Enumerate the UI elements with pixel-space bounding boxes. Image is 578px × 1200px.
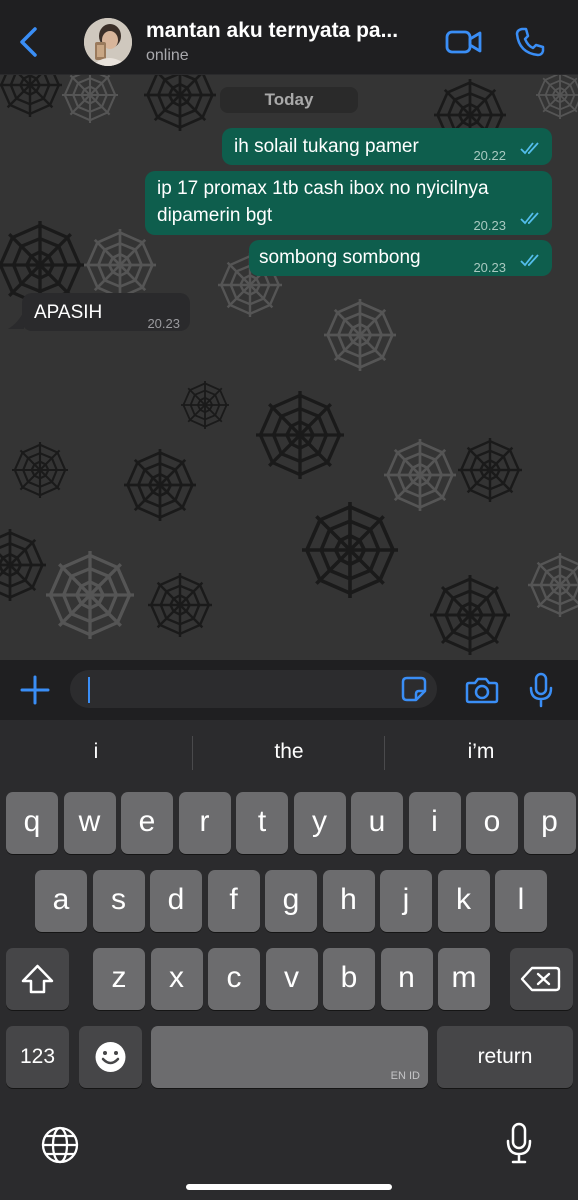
key-q[interactable]: q xyxy=(6,792,58,854)
back-chevron-icon[interactable] xyxy=(14,24,44,60)
home-indicator xyxy=(186,1184,392,1190)
message-time: 20.22 xyxy=(473,148,506,163)
message-text: ip 17 promax 1tb cash ibox no nyicilnya xyxy=(157,178,489,199)
contact-name[interactable]: mantan aku ternyata pa... xyxy=(146,19,398,43)
chat-header: mantan aku ternyata pa... online xyxy=(0,0,578,75)
globe-icon[interactable] xyxy=(40,1125,80,1165)
key-w[interactable]: w xyxy=(63,792,116,854)
key-e[interactable]: e xyxy=(121,792,173,854)
key-c[interactable]: c xyxy=(208,948,260,1010)
camera-icon[interactable] xyxy=(465,675,499,705)
key-b[interactable]: b xyxy=(323,948,375,1010)
video-call-icon[interactable] xyxy=(445,28,483,56)
key-d[interactable]: d xyxy=(150,870,202,932)
key-z[interactable]: z xyxy=(93,948,145,1010)
return-key[interactable]: return xyxy=(437,1026,573,1088)
message-input[interactable] xyxy=(70,670,437,708)
suggestion-2[interactable]: the xyxy=(193,732,385,772)
microphone-icon[interactable] xyxy=(527,672,555,708)
message-time: 20.23 xyxy=(147,316,180,331)
key-m[interactable]: m xyxy=(438,948,490,1010)
key-l[interactable]: l xyxy=(495,870,547,932)
key-f[interactable]: f xyxy=(207,870,260,932)
message-text: APASIH xyxy=(34,302,103,323)
voice-call-icon[interactable] xyxy=(514,26,546,58)
key-o[interactable]: o xyxy=(466,792,518,854)
key-x[interactable]: x xyxy=(150,948,203,1010)
contact-avatar[interactable] xyxy=(84,18,132,66)
key-i[interactable]: i xyxy=(408,792,461,854)
key-v[interactable]: v xyxy=(265,948,318,1010)
shift-icon xyxy=(21,964,54,994)
backspace-key[interactable] xyxy=(510,948,573,1010)
key-k[interactable]: k xyxy=(437,870,490,932)
key-n[interactable]: n xyxy=(380,948,433,1010)
shift-key[interactable] xyxy=(6,948,69,1010)
message-time: 20.23 xyxy=(473,218,506,233)
key-r[interactable]: r xyxy=(178,792,231,854)
message-text: ih solail tukang pamer xyxy=(234,136,419,157)
plus-icon[interactable] xyxy=(19,674,51,706)
read-receipt-icon xyxy=(520,142,539,155)
dictation-icon[interactable] xyxy=(505,1122,533,1166)
emoji-key[interactable] xyxy=(79,1026,142,1088)
emoji-icon xyxy=(95,1042,126,1072)
key-h[interactable]: h xyxy=(322,870,375,932)
key-t[interactable]: t xyxy=(236,792,288,854)
date-separator: Today xyxy=(220,87,358,113)
key-u[interactable]: u xyxy=(351,792,403,854)
message-text: dipamerin bgt xyxy=(157,205,273,226)
key-p[interactable]: p xyxy=(523,792,576,854)
message-time: 20.23 xyxy=(473,260,506,275)
key-g[interactable]: g xyxy=(265,870,317,932)
chat-area[interactable]: Today ih solail tukang pamer 20.22 ip 17… xyxy=(0,75,578,660)
key-j[interactable]: j xyxy=(380,870,432,932)
sticker-icon[interactable] xyxy=(400,675,428,703)
read-receipt-icon xyxy=(520,254,539,267)
language-hint: EN ID xyxy=(390,1070,420,1082)
outgoing-message[interactable]: ih solail tukang pamer 20.22 xyxy=(222,128,552,165)
text-caret xyxy=(88,677,90,703)
suggestion-3[interactable]: i’m xyxy=(385,732,577,772)
outgoing-message[interactable]: ip 17 promax 1tb cash ibox no nyicilnya … xyxy=(145,171,552,235)
suggestion-1[interactable]: i xyxy=(0,732,192,772)
incoming-message[interactable]: APASIH 20.23 xyxy=(22,293,190,331)
numbers-key[interactable]: 123 xyxy=(6,1026,69,1088)
key-y[interactable]: y xyxy=(293,792,346,854)
read-receipt-icon xyxy=(520,212,539,225)
key-a[interactable]: a xyxy=(35,870,87,932)
key-s[interactable]: s xyxy=(92,870,145,932)
outgoing-message[interactable]: sombong sombong 20.23 xyxy=(249,240,552,276)
space-key[interactable]: EN ID xyxy=(151,1026,428,1088)
message-text: sombong sombong xyxy=(259,247,421,268)
contact-status: online xyxy=(146,47,189,64)
backspace-icon xyxy=(520,966,561,992)
